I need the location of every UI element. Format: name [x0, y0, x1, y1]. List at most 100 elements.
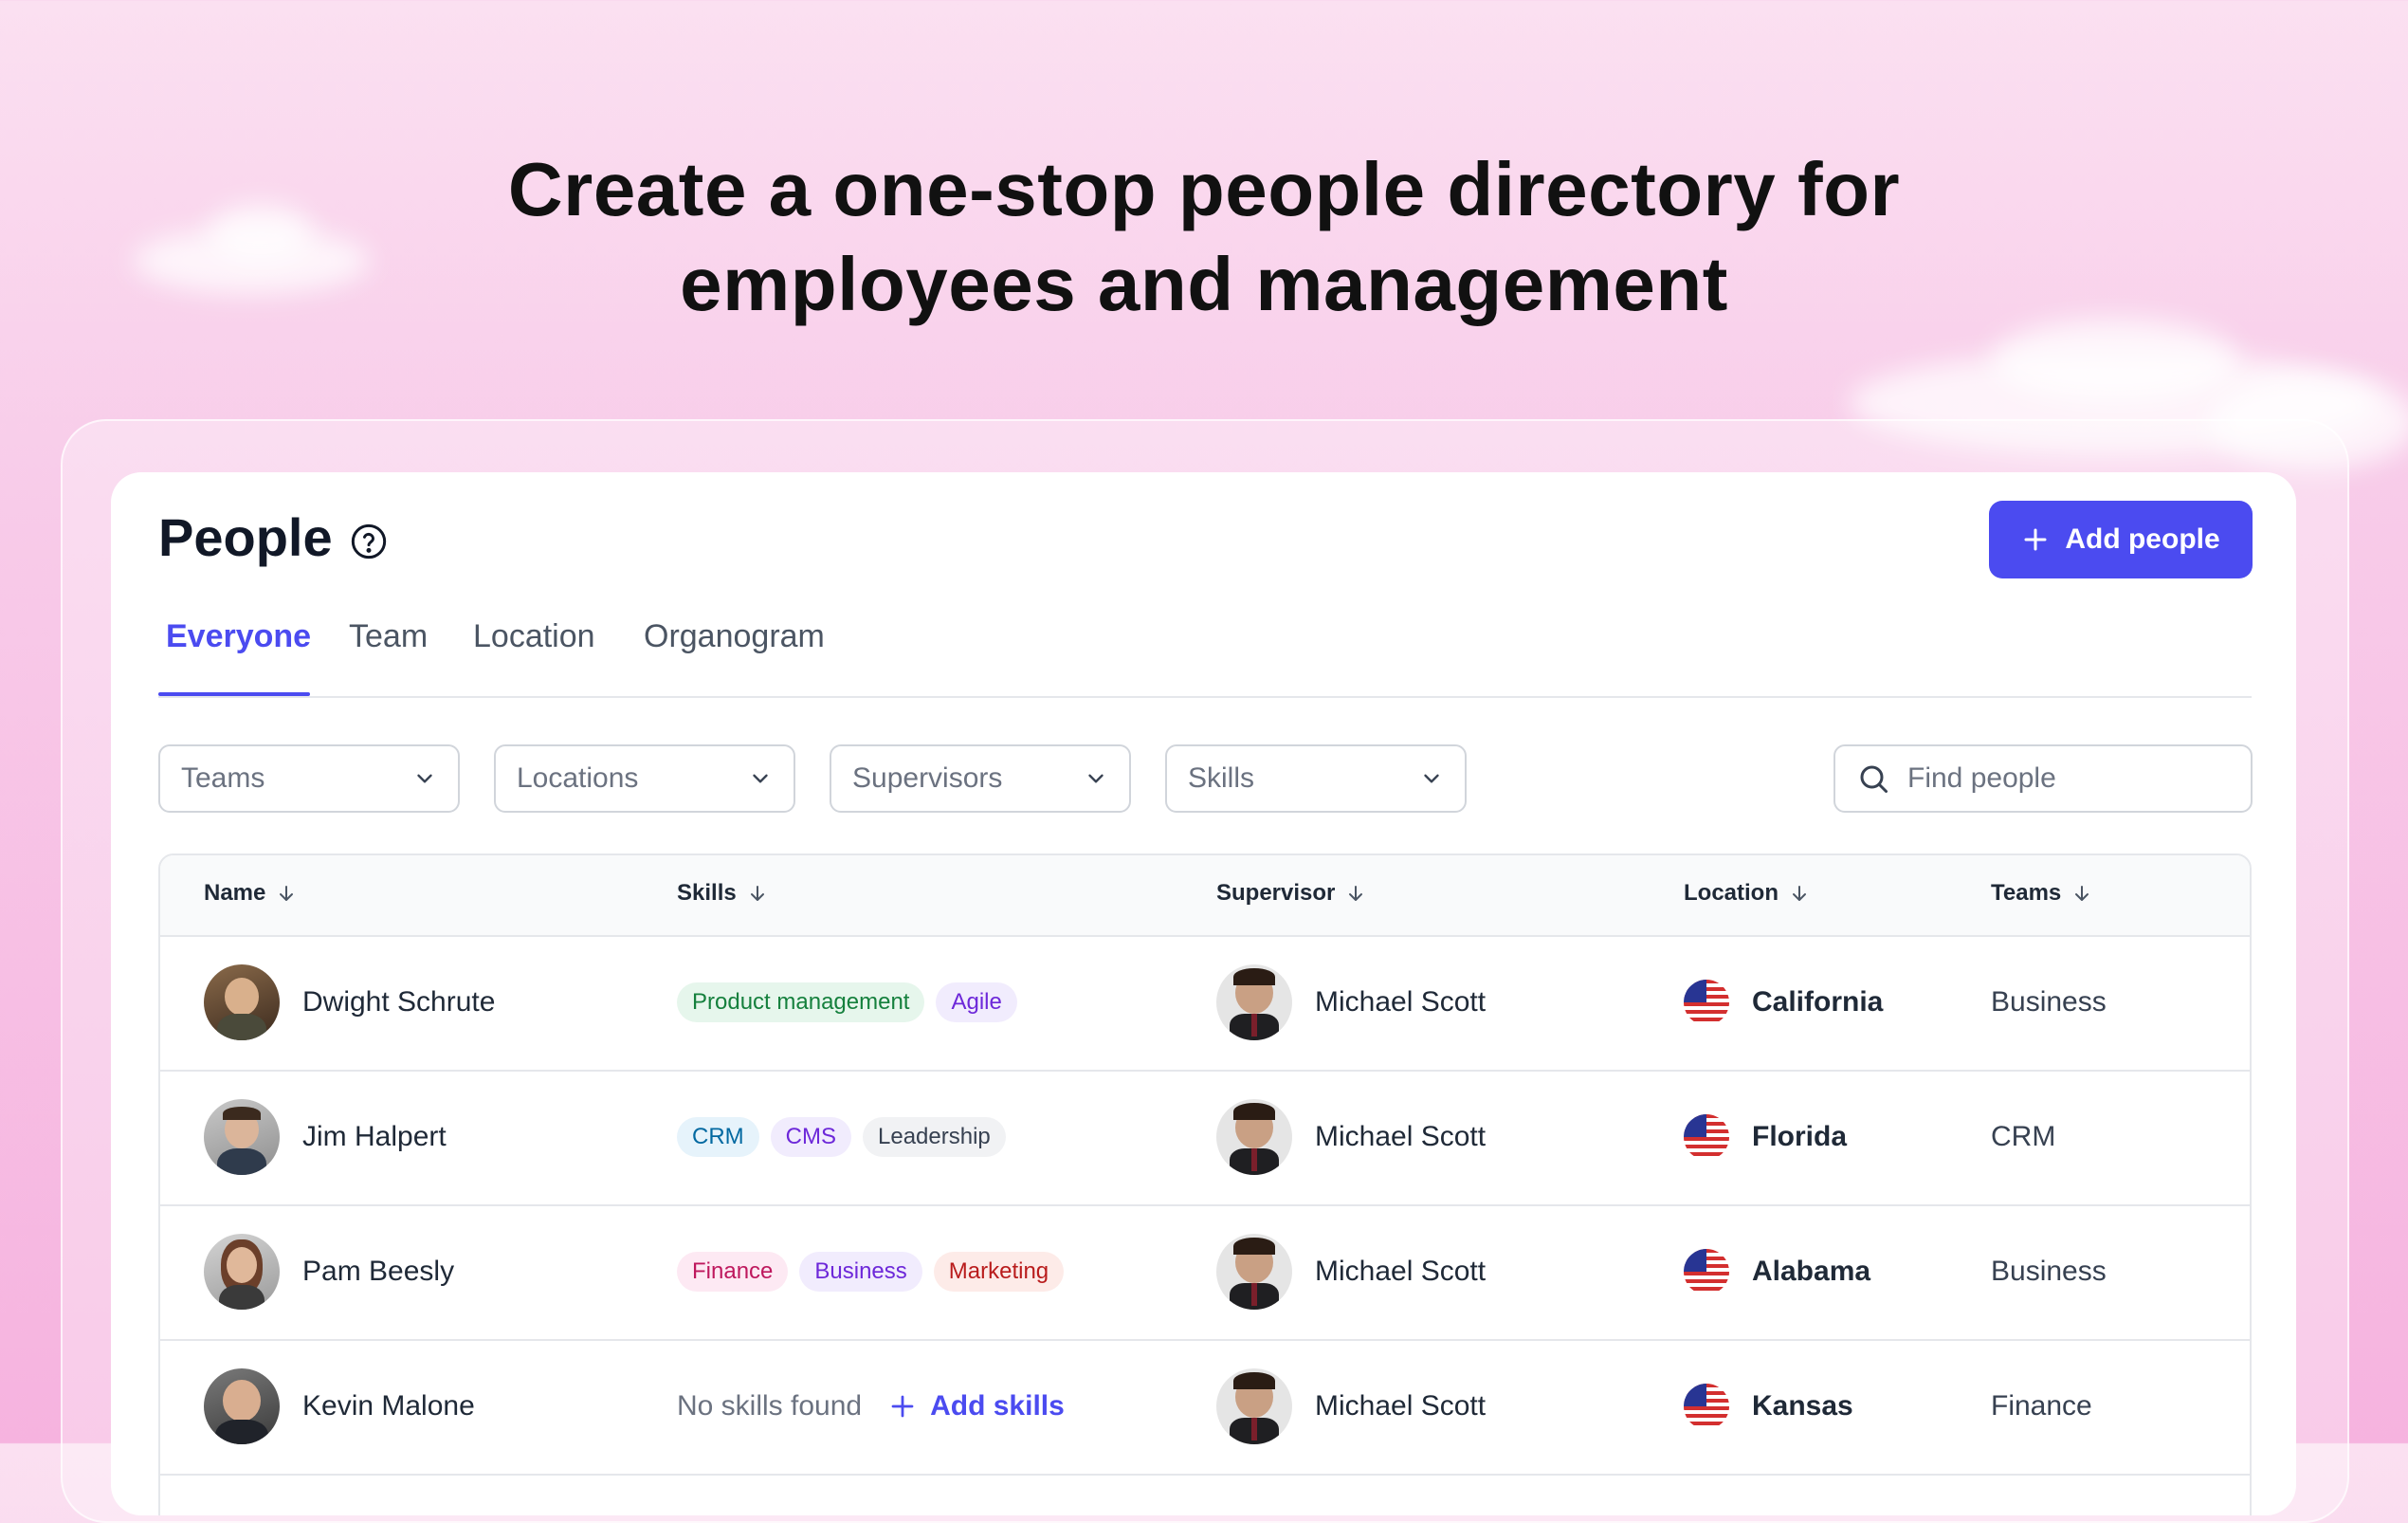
skill-chip: CRM	[677, 1117, 759, 1157]
people-table: Name Skills Supervisor Location Teams Dw…	[158, 853, 2252, 1515]
table-row[interactable]: Jim Halpert CRM CMS Leadership Michael S…	[160, 1070, 2250, 1206]
arrow-down-icon	[1349, 886, 1363, 901]
column-label-supervisor: Supervisor	[1216, 880, 1336, 906]
supervisor-name[interactable]: Michael Scott	[1315, 1256, 1486, 1288]
tab-organogram[interactable]: Organogram	[644, 618, 825, 655]
supervisor-avatar	[1216, 1368, 1292, 1444]
team-cell: Business	[1991, 935, 2107, 1070]
locations-filter-dropdown[interactable]: Locations	[494, 744, 795, 813]
add-people-button[interactable]: Add people	[1989, 501, 2253, 578]
find-people-search[interactable]	[1833, 744, 2253, 813]
supervisors-filter-dropdown[interactable]: Supervisors	[830, 744, 1131, 813]
person-name[interactable]: Kevin Malone	[302, 1390, 475, 1422]
table-row[interactable]: Pam Beesly Finance Business Marketing Mi…	[160, 1204, 2250, 1341]
location-name: Kansas	[1752, 1390, 1853, 1422]
location-name: Florida	[1752, 1121, 1848, 1152]
team-name: Business	[1991, 986, 2107, 1018]
supervisor-cell: Michael Scott	[1216, 935, 1486, 1070]
arrow-down-icon	[2075, 886, 2089, 901]
team-name: CRM	[1991, 1121, 2056, 1152]
supervisor-name[interactable]: Michael Scott	[1315, 1390, 1486, 1422]
person-name[interactable]: Jim Halpert	[302, 1121, 447, 1153]
hero-title-line-2: employees and management	[680, 242, 1728, 326]
location-cell: Florida	[1684, 1070, 1847, 1204]
add-skills-label: Add skills	[930, 1390, 1065, 1422]
add-people-label: Add people	[2065, 523, 2220, 555]
skill-chip: Business	[799, 1252, 922, 1292]
column-label-name: Name	[204, 880, 266, 906]
skill-chip: Leadership	[863, 1117, 1006, 1157]
supervisor-avatar	[1216, 1099, 1292, 1175]
avatar	[204, 1234, 280, 1310]
no-skills-text: No skills found	[677, 1390, 863, 1422]
supervisor-name[interactable]: Michael Scott	[1315, 1121, 1486, 1153]
column-header-teams[interactable]: Teams	[1991, 880, 2093, 907]
supervisor-cell: Michael Scott	[1216, 1339, 1486, 1474]
supervisor-name[interactable]: Michael Scott	[1315, 986, 1486, 1018]
team-name: Finance	[1991, 1390, 2092, 1422]
chevron-down-icon	[753, 774, 768, 783]
skills-cell: Finance Business Marketing	[677, 1204, 1075, 1339]
column-header-name[interactable]: Name	[204, 880, 298, 907]
arrow-down-icon	[280, 886, 294, 901]
name-cell: Dwight Schrute	[204, 935, 495, 1070]
plus-icon	[891, 1395, 914, 1418]
locations-filter-label: Locations	[517, 762, 639, 794]
chevron-down-icon	[417, 774, 432, 783]
hero-title-line-1: Create a one-stop people directory for	[507, 147, 1901, 231]
supervisor-cell: Michael Scott	[1216, 1070, 1486, 1204]
page-title: People	[158, 507, 333, 567]
active-tab-indicator	[158, 692, 310, 696]
location-cell: Kansas	[1684, 1339, 1853, 1474]
avatar	[204, 1368, 280, 1444]
people-panel: People Add people Everyone Team Location…	[111, 472, 2296, 1515]
tab-team[interactable]: Team	[349, 618, 428, 655]
skill-chip: CMS	[770, 1117, 851, 1157]
column-label-skills: Skills	[677, 880, 737, 906]
person-name[interactable]: Pam Beesly	[302, 1256, 454, 1288]
team-cell: Finance	[1991, 1339, 2092, 1474]
tab-bar: Everyone Team Location Organogram	[158, 597, 2252, 698]
table-header: Name Skills Supervisor Location Teams	[160, 855, 2250, 937]
table-row[interactable]: Kevin Malone No skills found Add skills …	[160, 1339, 2250, 1476]
skills-filter-dropdown[interactable]: Skills	[1165, 744, 1467, 813]
supervisor-avatar	[1216, 964, 1292, 1040]
arrow-down-icon	[750, 886, 764, 901]
name-cell: Pam Beesly	[204, 1204, 454, 1339]
us-flag-icon	[1684, 980, 1729, 1025]
column-header-location[interactable]: Location	[1684, 880, 1811, 907]
team-name: Business	[1991, 1256, 2107, 1287]
skill-chip: Agile	[936, 982, 1017, 1022]
column-label-location: Location	[1684, 880, 1779, 906]
skill-chip: Finance	[677, 1252, 789, 1292]
teams-filter-dropdown[interactable]: Teams	[158, 744, 460, 813]
search-icon	[1860, 765, 1888, 793]
plus-icon	[2024, 528, 2047, 551]
column-header-supervisor[interactable]: Supervisor	[1216, 880, 1367, 907]
us-flag-icon	[1684, 1384, 1729, 1429]
add-skills-button[interactable]: Add skills	[888, 1390, 1065, 1422]
location-cell: Alabama	[1684, 1204, 1870, 1339]
person-name[interactable]: Dwight Schrute	[302, 986, 495, 1018]
name-cell: Jim Halpert	[204, 1070, 447, 1204]
skills-cell: Product management Agile	[677, 935, 1029, 1070]
question-circle-icon[interactable]	[350, 523, 388, 560]
skill-chip: Marketing	[933, 1252, 1065, 1292]
teams-filter-label: Teams	[181, 762, 265, 794]
column-header-skills[interactable]: Skills	[677, 880, 769, 907]
avatar	[204, 1099, 280, 1175]
skills-cell: CRM CMS Leadership	[677, 1070, 1017, 1204]
avatar	[204, 964, 280, 1040]
us-flag-icon	[1684, 1249, 1729, 1294]
column-label-teams: Teams	[1991, 880, 2062, 906]
tab-location[interactable]: Location	[473, 618, 595, 655]
table-row[interactable]: Dwight Schrute Product management Agile …	[160, 935, 2250, 1072]
us-flag-icon	[1684, 1114, 1729, 1160]
search-input[interactable]	[1906, 762, 2222, 796]
supervisors-filter-label: Supervisors	[852, 762, 1003, 794]
skills-cell: No skills found Add skills	[677, 1339, 1065, 1474]
team-cell: CRM	[1991, 1070, 2055, 1204]
hero-title: Create a one-stop people directory for e…	[0, 142, 2408, 332]
skills-filter-label: Skills	[1188, 762, 1255, 794]
tab-everyone[interactable]: Everyone	[166, 618, 311, 655]
